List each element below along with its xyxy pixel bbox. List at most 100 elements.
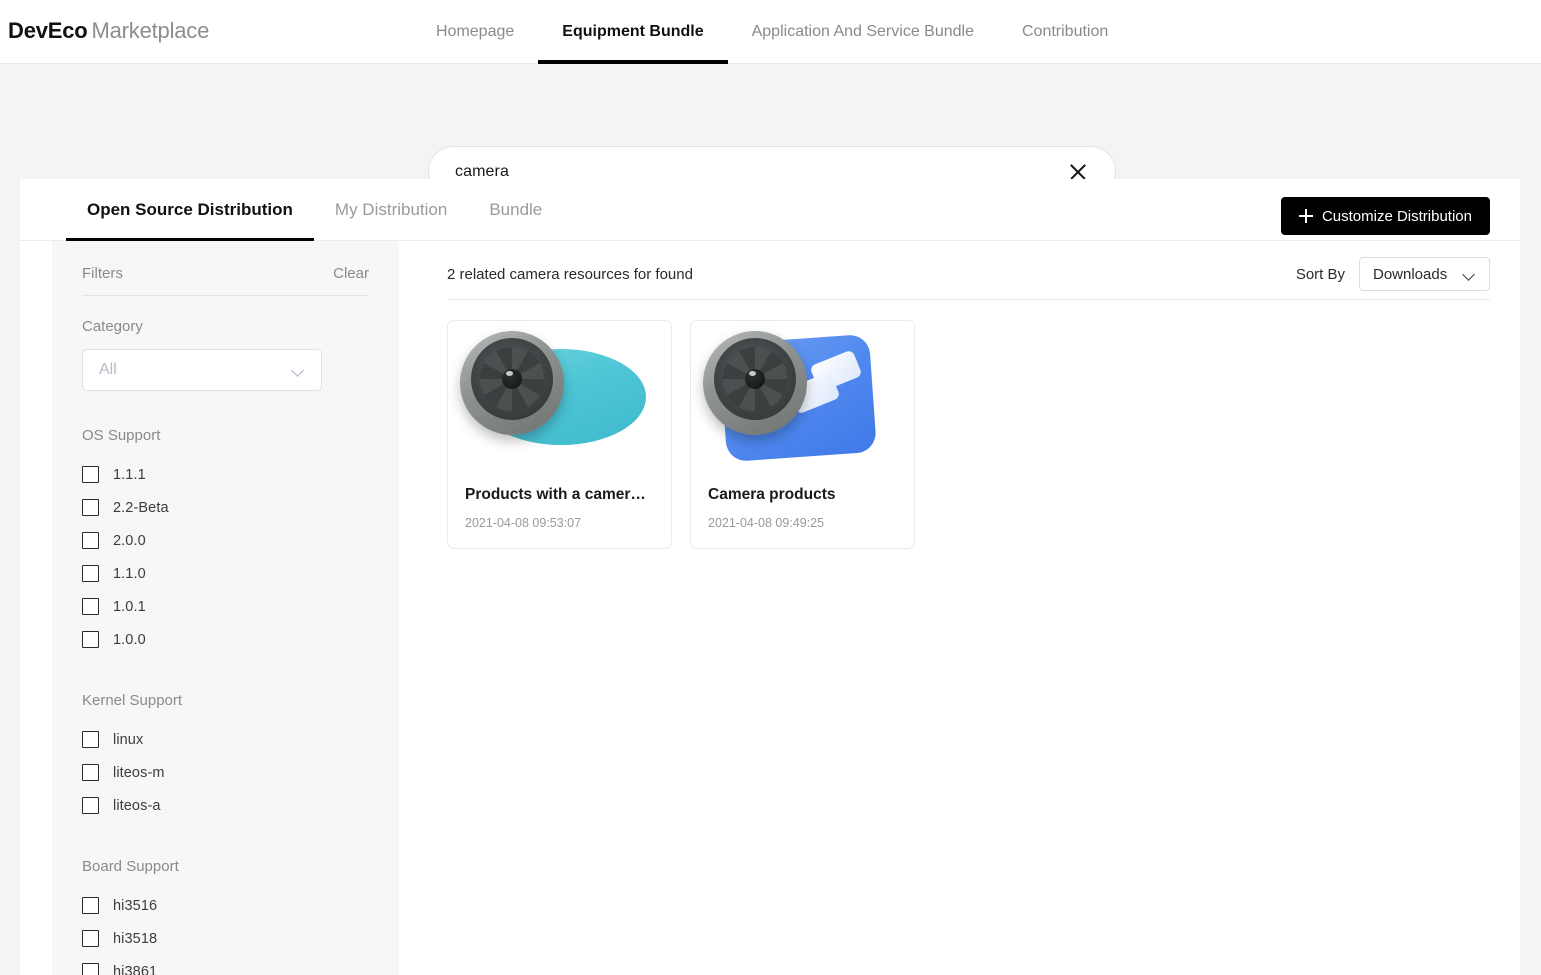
tab-my-distribution[interactable]: My Distribution [314, 179, 468, 241]
results-card-grid: Products with a camera a... 2021-04-08 0… [447, 320, 1490, 549]
checkbox[interactable] [82, 532, 99, 549]
subtab-bar: Open Source Distribution My Distribution… [20, 179, 1520, 241]
nav-tab-label: Application And Service Bundle [751, 23, 974, 40]
checkbox[interactable] [82, 565, 99, 582]
checkbox[interactable] [82, 466, 99, 483]
camera-lens-icon [460, 331, 564, 435]
result-card-date: 2021-04-08 09:53:07 [465, 516, 582, 530]
tab-bundle[interactable]: Bundle [468, 179, 563, 241]
subtab-label: Open Source Distribution [87, 200, 293, 219]
lens-inner-ring [471, 338, 553, 420]
filter-option-label: 1.1.1 [113, 466, 146, 483]
nav-tab-application-and-service-bundle[interactable]: Application And Service Bundle [728, 0, 998, 64]
result-card-thumbnail [448, 321, 671, 466]
category-select-value: All [99, 361, 117, 378]
filter-option-board-hi3516[interactable]: hi3516 [82, 889, 369, 922]
filter-option-kernel-liteos-m[interactable]: liteos-m [82, 756, 369, 789]
filter-option-os-2-0-0[interactable]: 2.0.0 [82, 524, 369, 557]
checkbox[interactable] [82, 631, 99, 648]
nav-tab-equipment-bundle[interactable]: Equipment Bundle [538, 0, 728, 64]
brand-name-primary: DevEco [8, 18, 88, 43]
lens-aperture-blades [723, 347, 787, 411]
nav-tab-homepage[interactable]: Homepage [412, 0, 538, 64]
clear-filters-button[interactable]: Clear [333, 265, 369, 282]
filter-option-label: liteos-m [113, 764, 165, 781]
filters-header: Filters Clear [82, 265, 369, 296]
filter-option-label: linux [113, 731, 144, 748]
checkbox[interactable] [82, 930, 99, 947]
chevron-down-icon [1463, 270, 1476, 279]
checkbox[interactable] [82, 731, 99, 748]
checkbox[interactable] [82, 963, 99, 975]
filter-option-os-1-0-0[interactable]: 1.0.0 [82, 623, 369, 656]
tab-open-source-distribution[interactable]: Open Source Distribution [66, 179, 314, 241]
board-support-title: Board Support [82, 858, 179, 875]
nav-tab-label: Contribution [1021, 23, 1109, 40]
customize-distribution-button[interactable]: Customize Distribution [1280, 197, 1490, 235]
content-panel: Open Source Distribution My Distribution… [20, 179, 1520, 975]
checkbox[interactable] [82, 764, 99, 781]
filter-option-os-1-1-0[interactable]: 1.1.0 [82, 557, 369, 590]
panel-body: Filters Clear Category All OS Support 1.… [20, 241, 1520, 975]
checkbox[interactable] [82, 499, 99, 516]
sort-select[interactable]: Downloads [1359, 257, 1490, 291]
lens-highlight [749, 371, 756, 376]
filter-option-label: liteos-a [113, 797, 161, 814]
filters-title: Filters [82, 265, 123, 282]
lens-aperture-blades [480, 347, 544, 411]
result-card-date: 2021-04-08 09:49:25 [708, 516, 825, 530]
camera-lens-icon [703, 331, 807, 435]
nav-tab-contribution[interactable]: Contribution [998, 0, 1132, 64]
app-header: DevEco Marketplace Homepage Equipment Bun… [0, 0, 1541, 64]
checkbox[interactable] [82, 598, 99, 615]
filter-option-label: 2.2-Beta [113, 499, 169, 516]
brand-logo[interactable]: DevEco Marketplace [8, 18, 209, 44]
subtab-list: Open Source Distribution My Distribution… [66, 179, 563, 241]
filter-option-kernel-linux[interactable]: linux [82, 723, 369, 756]
sort-by-label: Sort By [1295, 265, 1345, 283]
result-card[interactable]: Products with a camera a... 2021-04-08 0… [447, 320, 672, 549]
results-divider [447, 299, 1490, 300]
filter-option-label: 1.0.1 [113, 598, 146, 615]
results-header: 2 related camera resources for found Sor… [447, 241, 1490, 299]
customize-distribution-label: Customize Distribution [1321, 207, 1472, 225]
results-area: 2 related camera resources for found Sor… [399, 241, 1520, 975]
results-count-text: 2 related camera resources for found [447, 265, 693, 283]
plus-icon [1298, 209, 1313, 223]
category-label: Category [82, 318, 143, 335]
category-select[interactable]: All [82, 349, 322, 391]
filter-option-board-hi3861[interactable]: hi3861 [82, 955, 369, 975]
checkbox[interactable] [82, 797, 99, 814]
sort-select-value: Downloads [1373, 265, 1448, 283]
filter-option-os-1-1-1[interactable]: 1.1.1 [82, 458, 369, 491]
subtab-label: My Distribution [334, 200, 448, 219]
checkbox[interactable] [82, 897, 99, 914]
result-card-title: Camera products [708, 486, 836, 503]
search-band: camera [0, 64, 1541, 197]
lens-highlight [506, 371, 513, 376]
filter-option-os-2-2-beta[interactable]: 2.2-Beta [82, 491, 369, 524]
filter-option-label: hi3518 [113, 930, 158, 947]
result-card-title: Products with a camera a... [465, 486, 665, 503]
chevron-down-icon [292, 366, 305, 374]
lens-inner-ring [714, 338, 796, 420]
filter-option-label: hi3861 [113, 963, 158, 975]
kernel-support-title: Kernel Support [82, 692, 183, 709]
filter-option-label: hi3516 [113, 897, 158, 914]
search-input[interactable]: camera [455, 163, 1067, 181]
filter-option-label: 1.1.0 [113, 565, 146, 582]
subtab-label: Bundle [489, 200, 543, 219]
nav-tab-label: Equipment Bundle [562, 23, 704, 40]
nav-tab-label: Homepage [436, 23, 515, 40]
result-card-thumbnail [691, 321, 914, 466]
brand-name-secondary: Marketplace [91, 18, 210, 43]
filter-option-label: 2.0.0 [113, 532, 146, 549]
filter-option-board-hi3518[interactable]: hi3518 [82, 922, 369, 955]
filter-option-label: 1.0.0 [113, 631, 146, 648]
os-support-title: OS Support [82, 427, 161, 444]
filter-option-kernel-liteos-a[interactable]: liteos-a [82, 789, 369, 822]
sort-control: Sort By Downloads [1296, 257, 1490, 291]
filter-option-os-1-0-1[interactable]: 1.0.1 [82, 590, 369, 623]
main-navigation: Homepage Equipment Bundle Application An… [412, 0, 1132, 64]
result-card[interactable]: Camera products 2021-04-08 09:49:25 [690, 320, 915, 549]
